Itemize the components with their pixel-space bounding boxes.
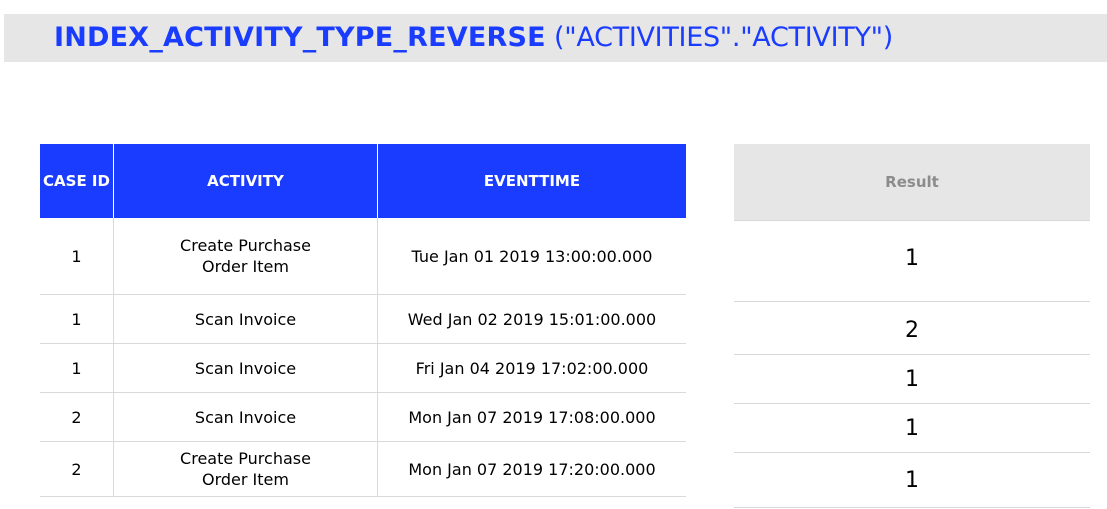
header-result: Result — [734, 144, 1090, 221]
header-activity: ACTIVITY — [113, 144, 378, 218]
result-table: Result 1 2 1 1 1 — [734, 144, 1090, 508]
page-title: INDEX_ACTIVITY_TYPE_REVERSE ("ACTIVITIES… — [54, 19, 893, 57]
table-row: 1 Create Purchase Order Item Tue Jan 01 … — [40, 218, 686, 295]
cell-activity: Create Purchase Order Item — [113, 441, 378, 497]
result-value: 1 — [734, 452, 1090, 508]
header-case-id: CASE ID — [40, 144, 114, 218]
cell-activity: Scan Invoice — [113, 343, 378, 393]
result-row: 2 — [734, 301, 1090, 355]
cell-case-id: 2 — [40, 392, 114, 442]
result-row: 1 — [734, 452, 1090, 508]
function-arguments: ("ACTIVITIES"."ACTIVITY") — [545, 22, 893, 53]
cell-eventtime: Wed Jan 02 2019 15:01:00.000 — [377, 294, 686, 344]
result-value: 1 — [734, 403, 1090, 453]
result-row: 1 — [734, 354, 1090, 404]
header-eventtime: EVENTTIME — [377, 144, 686, 218]
table-row: 1 Scan Invoice Fri Jan 04 2019 17:02:00.… — [40, 343, 686, 393]
table-row: 2 Create Purchase Order Item Mon Jan 07 … — [40, 441, 686, 497]
cell-eventtime: Fri Jan 04 2019 17:02:00.000 — [377, 343, 686, 393]
activity-text: Create Purchase Order Item — [180, 236, 311, 276]
result-row: 1 — [734, 220, 1090, 302]
result-value: 1 — [734, 220, 1090, 302]
input-table-header-row: CASE ID ACTIVITY EVENTTIME — [40, 144, 686, 218]
activity-text: Create Purchase Order Item — [180, 449, 311, 489]
cell-activity: Scan Invoice — [113, 294, 378, 344]
result-value: 1 — [734, 354, 1090, 404]
cell-activity: Scan Invoice — [113, 392, 378, 442]
cell-eventtime: Mon Jan 07 2019 17:08:00.000 — [377, 392, 686, 442]
cell-eventtime: Tue Jan 01 2019 13:00:00.000 — [377, 218, 686, 295]
result-value: 2 — [734, 301, 1090, 355]
table-row: 1 Scan Invoice Wed Jan 02 2019 15:01:00.… — [40, 294, 686, 344]
cell-case-id: 1 — [40, 218, 114, 295]
cell-activity: Create Purchase Order Item — [113, 218, 378, 295]
result-row: 1 — [734, 403, 1090, 453]
function-name: INDEX_ACTIVITY_TYPE_REVERSE — [54, 22, 546, 53]
cell-case-id: 1 — [40, 343, 114, 393]
title-bar: INDEX_ACTIVITY_TYPE_REVERSE ("ACTIVITIES… — [4, 14, 1107, 62]
input-table: CASE ID ACTIVITY EVENTTIME 1 Create Purc… — [40, 144, 686, 497]
cell-case-id: 1 — [40, 294, 114, 344]
cell-eventtime: Mon Jan 07 2019 17:20:00.000 — [377, 441, 686, 497]
result-table-header-row: Result — [734, 144, 1090, 221]
table-row: 2 Scan Invoice Mon Jan 07 2019 17:08:00.… — [40, 392, 686, 442]
cell-case-id: 2 — [40, 441, 114, 497]
